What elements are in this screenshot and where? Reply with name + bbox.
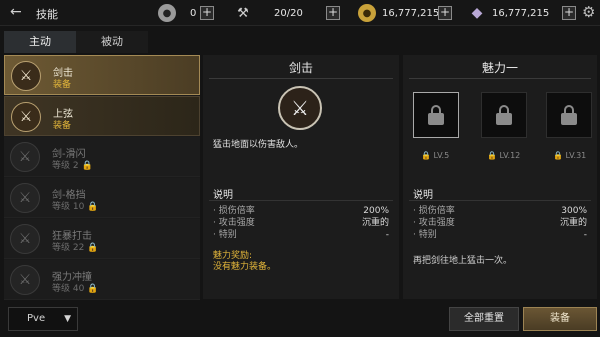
charm-slot-level: 🔒 LV.31: [553, 151, 587, 160]
skill-description: 猛击地面以伤害敌人。: [213, 140, 304, 150]
charm-slot-level: 🔒 LV.5: [421, 151, 450, 160]
stat-row: · 攻击强度 沉重的: [213, 218, 389, 228]
tab-active[interactable]: 主动: [4, 31, 76, 53]
stat-row: · 特别 -: [213, 230, 389, 240]
berserk-strike-icon: ⚔: [10, 224, 40, 254]
chevron-down-icon: ▼: [64, 314, 71, 324]
section-label: 说明: [413, 190, 433, 201]
sword-block-icon: ⚔: [10, 183, 40, 213]
skill-title: 剑击: [288, 61, 313, 75]
divider: [409, 78, 591, 79]
equip-button[interactable]: 装备: [523, 307, 597, 331]
lock-icon: 🔒: [81, 161, 93, 171]
upper-string-icon: ⚔: [11, 102, 41, 132]
lock-icon: 🔒: [87, 202, 99, 212]
add-silver-button[interactable]: +: [200, 6, 214, 20]
gold-coin-icon: ●: [358, 4, 376, 22]
charm-description: 再把剑往地上猛击一次。: [413, 256, 513, 266]
gear-icon[interactable]: ⚙: [582, 4, 598, 20]
silver-resource: ● 0 +: [158, 4, 214, 22]
skill-item-upper-string[interactable]: ⚔ 上弦 装备: [4, 96, 200, 136]
charm-slot[interactable]: [481, 92, 527, 138]
charm-title: 魅力一: [481, 61, 518, 75]
charm-panel: 魅力一 🔒 LV.5 🔒 LV.12 🔒 LV.31 说明 · 损伤倍率 300%…: [403, 55, 597, 299]
charm-bonus-text: 魅力奖励: 没有魅力装备。: [213, 251, 277, 272]
lock-icon: 🔒: [87, 284, 99, 294]
gold-resource: ● 16,777,215 +: [358, 4, 452, 22]
crystal-resource: ◆ 16,777,215 +: [468, 4, 576, 22]
stamina-resource: ⚒ 20/20 +: [234, 4, 340, 22]
top-bar: ← 技能 ● 0 + ⚒ 20/20 + ● 16,777,215 + ◆ 16…: [0, 0, 600, 26]
charm-slot-level: 🔒 LV.12: [487, 151, 521, 160]
add-crystal-button[interactable]: +: [562, 6, 576, 20]
page-title: 技能: [36, 8, 58, 21]
stat-row: · 攻击强度 沉重的: [413, 218, 587, 228]
silver-coin-icon: ●: [158, 4, 176, 22]
skill-item-sword-slide[interactable]: ⚔ 剑-滑闪 等级 2 🔒: [4, 137, 200, 177]
tab-passive[interactable]: 被动: [76, 31, 148, 53]
sword-slide-icon: ⚔: [10, 142, 40, 172]
charm-slot[interactable]: [413, 92, 459, 138]
sword-strike-icon: ⚔: [11, 61, 41, 91]
stat-row: · 损伤倍率 200%: [213, 206, 389, 216]
stamina-hammer-icon: ⚒: [237, 5, 249, 21]
stat-row: · 损伤倍率 300%: [413, 206, 587, 216]
skill-tabs: 主动 被动: [4, 31, 148, 53]
back-arrow-icon[interactable]: ←: [10, 4, 26, 20]
reset-all-button[interactable]: 全部重置: [449, 307, 519, 331]
divider: [209, 78, 393, 79]
power-charge-icon: ⚔: [10, 265, 40, 295]
mode-select[interactable]: Pve ▼: [8, 307, 78, 331]
section-label: 说明: [213, 190, 233, 201]
stats-list: · 损伤倍率 200% · 攻击强度 沉重的 · 特别 -: [213, 205, 389, 241]
add-gold-button[interactable]: +: [438, 6, 452, 20]
skill-item-power-charge[interactable]: ⚔ 强力冲撞 等级 40 🔒: [4, 260, 200, 300]
lock-icon: 🔒: [87, 243, 99, 253]
skill-detail-panel: 剑击 ⚔ 猛击地面以伤害敌人。 说明 · 损伤倍率 200% · 攻击强度 沉重的 …: [203, 55, 399, 299]
charm-stats-list: · 损伤倍率 300% · 攻击强度 沉重的 · 特别 -: [413, 205, 587, 241]
skill-item-sword-block[interactable]: ⚔ 剑-格挡 等级 10 🔒: [4, 178, 200, 218]
divider: [409, 200, 591, 201]
lock-icon: [496, 105, 512, 125]
lock-icon: [561, 105, 577, 125]
lock-icon: [428, 105, 444, 125]
skill-item-sword-strike[interactable]: ⚔ 剑击 装备: [4, 55, 200, 95]
divider: [209, 200, 393, 201]
skill-item-berserk-strike[interactable]: ⚔ 狂暴打击 等级 22 🔒: [4, 219, 200, 259]
skill-list: ⚔ 剑击 装备 ⚔ 上弦 装备 ⚔ 剑-滑闪 等级 2 🔒 ⚔ 剑-格挡 等级 …: [4, 55, 200, 300]
stat-row: · 特别 -: [413, 230, 587, 240]
add-stamina-button[interactable]: +: [326, 6, 340, 20]
sword-strike-large-icon: ⚔: [278, 86, 322, 130]
charm-slot[interactable]: [546, 92, 592, 138]
crystal-gem-icon: ◆: [471, 5, 483, 21]
